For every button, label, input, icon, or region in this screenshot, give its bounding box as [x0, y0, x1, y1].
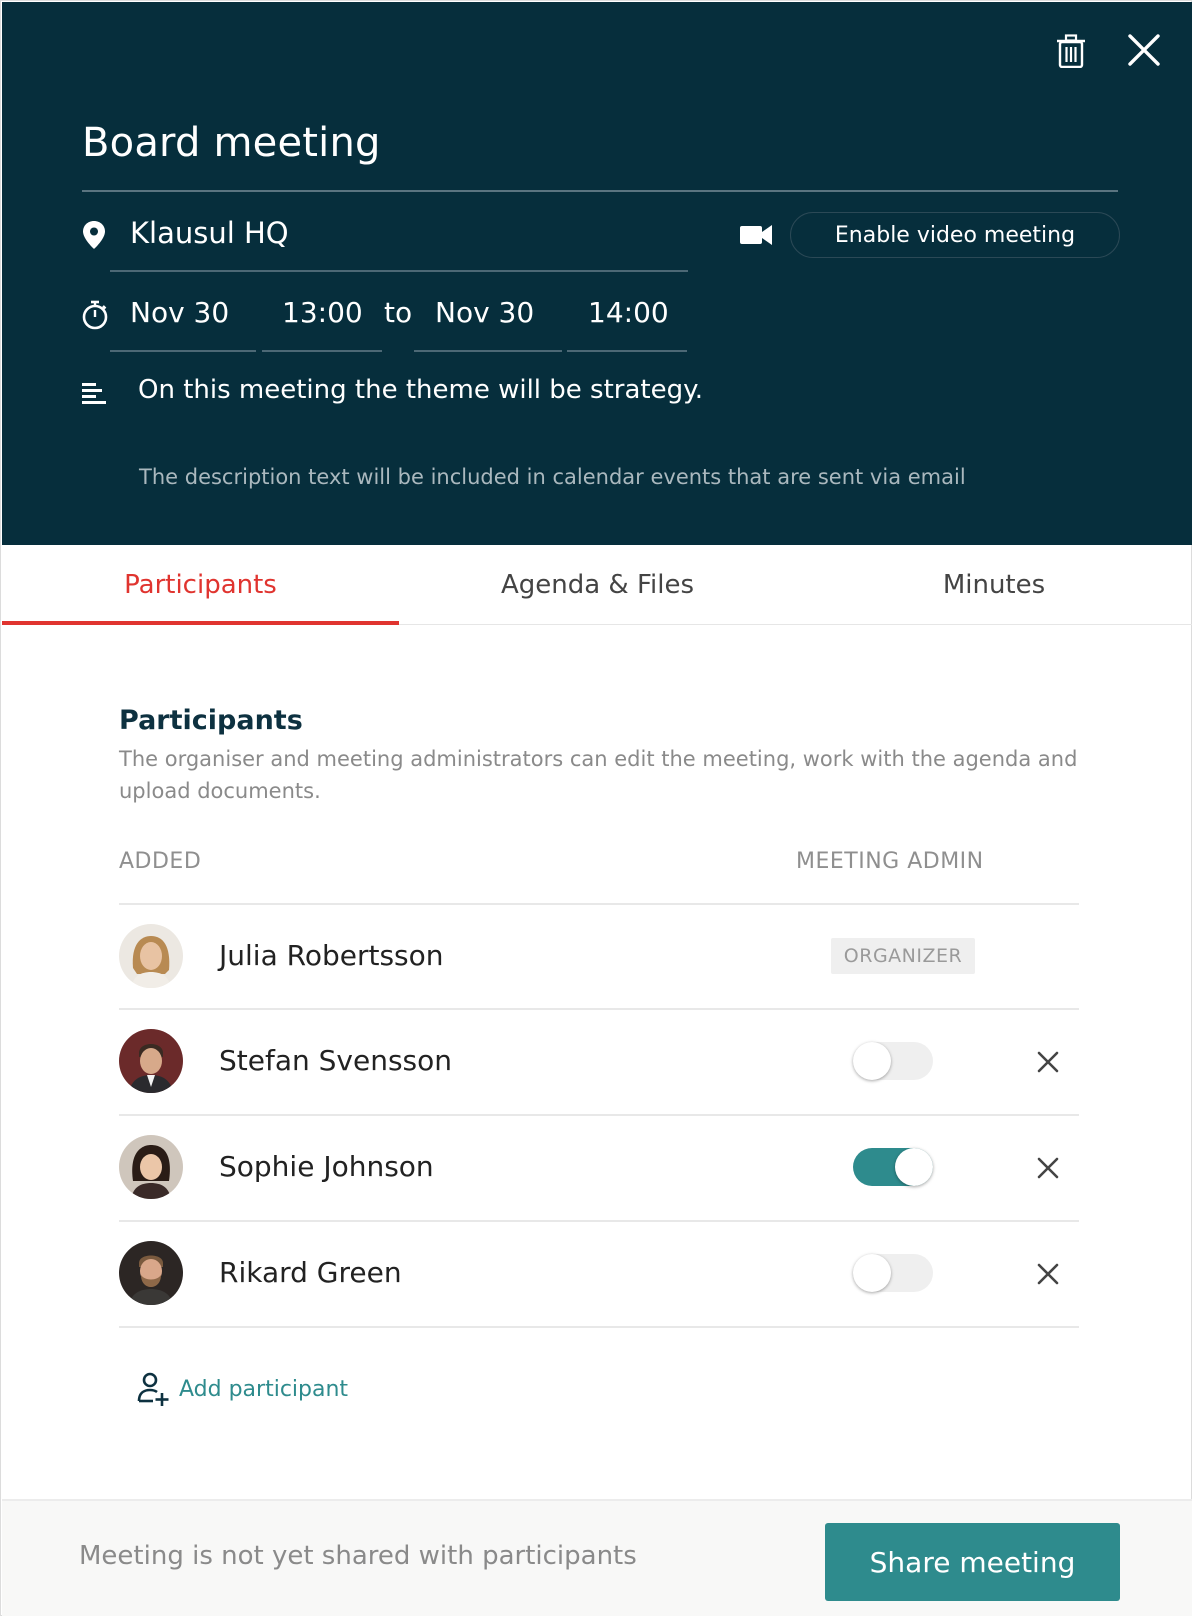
add-participant-label: Add participant [179, 1376, 349, 1402]
column-added-header: ADDED [119, 849, 202, 874]
description-input[interactable]: On this meeting the theme will be strate… [138, 375, 703, 405]
avatar-stefan [119, 1029, 183, 1093]
close-icon[interactable] [1126, 32, 1162, 68]
toggle-knob [853, 1042, 891, 1080]
tab-participants[interactable]: Participants [2, 545, 399, 625]
divider [119, 1326, 1079, 1328]
remove-participant-icon[interactable] [1033, 1259, 1063, 1289]
meeting-header: Board meeting Klausul HQ Enable video me… [2, 2, 1192, 545]
share-meeting-button[interactable]: Share meeting [825, 1523, 1120, 1601]
description-hint: The description text will be included in… [139, 465, 966, 489]
add-person-icon [137, 1372, 169, 1406]
participant-name: Sophie Johnson [219, 1150, 434, 1183]
toggle-knob [853, 1254, 891, 1292]
admin-toggle[interactable] [853, 1254, 933, 1292]
start-time-underline [262, 350, 382, 352]
start-time-input[interactable]: 13:00 [282, 296, 363, 329]
stopwatch-icon [82, 300, 108, 330]
end-date-underline [414, 350, 562, 352]
meeting-title[interactable]: Board meeting [82, 120, 381, 166]
title-underline [82, 190, 1118, 192]
location-input[interactable]: Klausul HQ [130, 216, 289, 250]
divider [119, 1220, 1079, 1222]
participants-heading: Participants [119, 705, 303, 736]
remove-participant-icon[interactable] [1033, 1047, 1063, 1077]
toggle-knob [895, 1148, 933, 1186]
share-status-text: Meeting is not yet shared with participa… [79, 1541, 637, 1571]
participants-description: The organiser and meeting administrators… [119, 747, 1078, 803]
location-pin-icon [83, 221, 105, 249]
tab-minutes[interactable]: Minutes [796, 545, 1192, 625]
start-date-input[interactable]: Nov 30 [130, 296, 229, 329]
tab-bar: Participants Agenda & Files Minutes [2, 545, 1192, 625]
organizer-badge: ORGANIZER [831, 938, 975, 974]
video-camera-icon [740, 225, 772, 245]
trash-icon[interactable] [1056, 34, 1086, 68]
admin-toggle[interactable] [853, 1148, 933, 1186]
avatar-sophie [119, 1135, 183, 1199]
remove-participant-icon[interactable] [1033, 1153, 1063, 1183]
start-date-underline [110, 350, 256, 352]
meeting-modal: Board meeting Klausul HQ Enable video me… [0, 0, 1192, 1616]
end-time-underline [567, 350, 687, 352]
column-admin-header: MEETING ADMIN [796, 849, 984, 874]
participant-name: Stefan Svensson [219, 1044, 453, 1077]
divider [119, 1008, 1079, 1010]
admin-toggle[interactable] [853, 1042, 933, 1080]
tab-agenda-files[interactable]: Agenda & Files [399, 545, 796, 625]
participant-name: Rikard Green [219, 1256, 402, 1289]
location-underline [110, 270, 688, 272]
text-lines-icon [82, 383, 106, 404]
participant-name: Julia Robertsson [219, 939, 444, 972]
avatar-julia [119, 924, 183, 988]
active-tab-indicator [2, 621, 399, 625]
enable-video-meeting-button[interactable]: Enable video meeting [790, 212, 1120, 258]
to-label: to [384, 296, 413, 329]
modal-footer: Meeting is not yet shared with participa… [2, 1499, 1192, 1616]
add-participant-button[interactable]: Add participant [137, 1371, 348, 1407]
end-time-input[interactable]: 14:00 [588, 296, 669, 329]
divider [119, 903, 1079, 905]
end-date-input[interactable]: Nov 30 [435, 296, 534, 329]
avatar-rikard [119, 1241, 183, 1305]
divider [119, 1114, 1079, 1116]
